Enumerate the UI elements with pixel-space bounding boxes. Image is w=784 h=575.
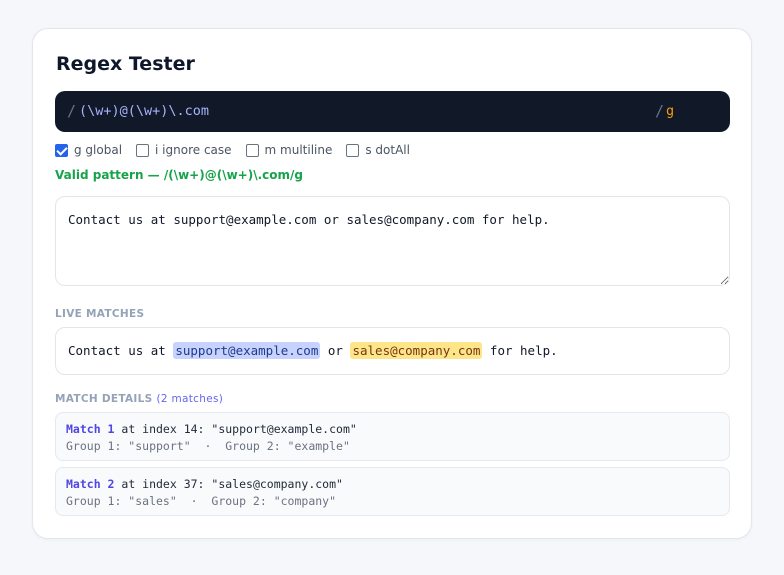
match-2-summary: Match 2 at index 37: "sales@company.com" xyxy=(66,477,343,491)
flag-global-label: g global xyxy=(74,143,123,157)
flag-multiline-label: m multiline xyxy=(264,143,333,157)
live-text-after: for help. xyxy=(482,343,558,358)
highlight-match-2: sales@company.com xyxy=(350,342,483,359)
flag-multiline-checkbox[interactable] xyxy=(245,143,259,157)
test-string-textarea[interactable]: Contact us at support@example.com or sal… xyxy=(55,196,730,286)
validation-status: Valid pattern — /(\w+)@(\w+)\.com/g xyxy=(55,168,303,182)
pattern-input[interactable] xyxy=(79,99,639,123)
live-text-between: or xyxy=(320,343,351,358)
flag-dotall-label: s dotAll xyxy=(365,143,410,157)
match-1-summary: Match 1 at index 14: "support@example.co… xyxy=(66,422,357,436)
match-1-info: at index 14: "support@example.com" xyxy=(114,422,357,436)
highlight-match-1: support@example.com xyxy=(173,342,321,359)
pattern-open-slash: / xyxy=(67,102,77,120)
flag-ignore-case-option[interactable]: i ignore case xyxy=(136,143,232,157)
pattern-close-slash: / xyxy=(655,102,665,120)
regex-tester-card: Regex Tester / / g global i ignore case … xyxy=(32,28,752,539)
flag-dotall-option[interactable]: s dotAll xyxy=(346,143,410,157)
flag-global-checkbox[interactable] xyxy=(55,143,68,157)
flag-dotall-checkbox[interactable] xyxy=(346,143,360,157)
match-1-groups: Group 1: "support" · Group 2: "example" xyxy=(66,439,350,453)
flag-global-option[interactable]: g global xyxy=(55,143,122,157)
flag-options: g global i ignore case m multiline s dot… xyxy=(55,143,424,157)
match-2-groups: Group 1: "sales" · Group 2: "company" xyxy=(66,494,337,508)
match-card-1: Match 1 at index 14: "support@example.co… xyxy=(55,412,730,461)
pattern-bar: / / xyxy=(55,91,730,132)
match-2-title: Match 2 xyxy=(66,477,115,491)
match-1-title: Match 1 xyxy=(66,422,115,436)
live-matches-heading: LIVE MATCHES xyxy=(55,308,145,320)
page-title: Regex Tester xyxy=(56,53,195,75)
flag-ignore-case-checkbox[interactable] xyxy=(136,143,150,157)
match-count: (2 matches) xyxy=(156,393,224,405)
flag-multiline-option[interactable]: m multiline xyxy=(245,143,333,157)
match-details-heading: MATCH DETAILS (2 matches) xyxy=(55,393,223,405)
match-2-info: at index 37: "sales@company.com" xyxy=(114,477,343,491)
live-matches-preview: Contact us at support@example.com or sal… xyxy=(55,327,730,375)
flag-ignore-case-label: i ignore case xyxy=(155,143,232,157)
live-text-before: Contact us at xyxy=(68,343,174,358)
match-card-2: Match 2 at index 37: "sales@company.com"… xyxy=(55,467,730,516)
match-details-label: MATCH DETAILS xyxy=(55,393,153,405)
flags-input[interactable] xyxy=(666,99,716,123)
